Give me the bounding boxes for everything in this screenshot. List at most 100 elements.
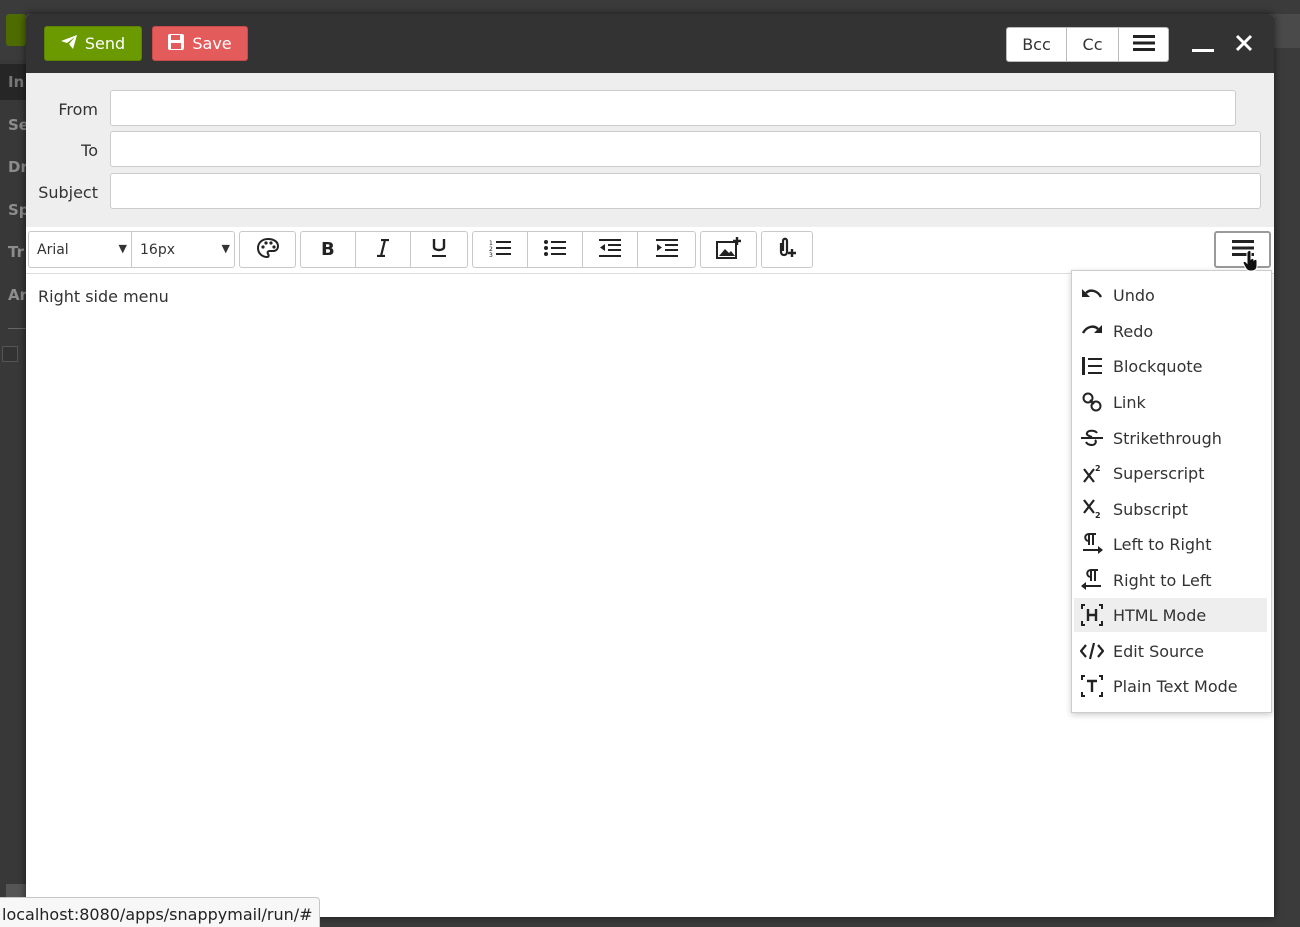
subscript-icon: 2	[1080, 497, 1104, 521]
subject-field[interactable]	[110, 173, 1261, 209]
background-sidebar-item: Dr	[8, 158, 28, 176]
indent-button[interactable]	[637, 231, 696, 268]
close-button[interactable]	[1231, 30, 1257, 60]
ordered-list-icon: 123	[489, 239, 511, 261]
bcc-button[interactable]: Bcc	[1006, 27, 1067, 62]
insert-image-button[interactable]	[700, 231, 757, 268]
background-button	[6, 14, 26, 46]
menu-item-label: Right to Left	[1113, 570, 1212, 590]
ordered-list-button[interactable]: 123	[472, 231, 528, 268]
close-icon	[1235, 34, 1253, 56]
menu-item-superscript[interactable]: 2 Superscript	[1074, 456, 1267, 490]
background-sidebar-item: In	[0, 64, 26, 100]
font-family-value: Arial	[37, 241, 69, 258]
font-family-select[interactable]: Arial ▼	[28, 231, 132, 268]
send-label: Send	[84, 34, 126, 53]
rtl-icon	[1080, 568, 1104, 592]
subject-label: Subject	[38, 183, 98, 202]
cc-button[interactable]: Cc	[1067, 27, 1119, 62]
background-checkbox	[2, 346, 18, 362]
blockquote-icon	[1080, 354, 1104, 378]
save-label: Save	[192, 34, 232, 53]
menu-item-label: Subscript	[1113, 499, 1189, 519]
from-label: From	[58, 100, 98, 119]
menu-item-label: Link	[1113, 392, 1146, 412]
hand-cursor-icon	[1242, 249, 1259, 276]
menu-item-html-mode[interactable]: HTML Mode	[1074, 598, 1267, 632]
paper-plane-icon	[60, 34, 77, 53]
svg-text:3: 3	[489, 252, 493, 257]
more-options-menu: Undo Redo Blockquote Link Strikethrough	[1071, 270, 1272, 713]
send-button[interactable]: Send	[44, 26, 142, 61]
unordered-list-button[interactable]	[527, 231, 583, 268]
link-icon	[1080, 390, 1104, 414]
superscript-icon: 2	[1080, 461, 1104, 485]
strikethrough-icon	[1080, 426, 1104, 450]
redo-icon	[1080, 319, 1104, 343]
menu-item-label: Edit Source	[1113, 641, 1205, 661]
image-add-icon	[715, 236, 742, 263]
palette-icon	[256, 237, 280, 263]
unordered-list-icon	[544, 239, 566, 261]
menu-item-undo[interactable]: Undo	[1074, 278, 1267, 312]
background-divider	[8, 328, 26, 329]
bold-icon: B	[320, 239, 336, 261]
hamburger-icon	[1132, 34, 1155, 55]
to-field[interactable]	[110, 131, 1261, 167]
outdent-button[interactable]	[582, 231, 638, 268]
menu-item-left-to-right[interactable]: Left to Right	[1074, 527, 1267, 561]
editor-toolbar: Arial ▼ 16px ▼ B 1 2 3	[26, 227, 1274, 274]
background-sidebar-item: Tr	[8, 243, 24, 261]
background-sidebar-item: Ar	[8, 286, 28, 304]
font-size-value: 16px	[140, 241, 175, 258]
editor-content: Right side menu	[38, 287, 169, 306]
menu-item-link[interactable]: Link	[1074, 385, 1267, 419]
menu-item-label: Plain Text Mode	[1113, 676, 1238, 696]
menu-item-plain-text-mode[interactable]: Plain Text Mode	[1074, 669, 1267, 703]
svg-text:2: 2	[1095, 511, 1101, 519]
compose-window: Send Save Bcc Cc From To Subject Arial ▼…	[26, 14, 1274, 917]
background-sidebar: In Se Dr Sp Tr Ar	[0, 60, 30, 920]
menu-item-label: HTML Mode	[1113, 605, 1207, 625]
svg-text:2: 2	[1095, 464, 1101, 473]
undo-icon	[1080, 283, 1104, 307]
from-field[interactable]	[110, 90, 1236, 126]
menu-item-edit-source[interactable]: Edit Source	[1074, 634, 1267, 668]
code-icon	[1080, 639, 1104, 663]
font-size-select[interactable]: 16px ▼	[131, 231, 235, 268]
plain-text-icon	[1080, 674, 1104, 698]
chevron-down-icon: ▼	[221, 242, 230, 255]
to-label: To	[81, 141, 98, 160]
chevron-down-icon: ▼	[118, 242, 127, 255]
menu-item-label: Redo	[1113, 321, 1154, 341]
paperclip-icon	[777, 237, 797, 263]
minimize-icon	[1192, 31, 1214, 59]
header-menu-button[interactable]	[1119, 27, 1169, 62]
outdent-icon	[599, 238, 621, 261]
menu-item-label: Left to Right	[1113, 534, 1212, 554]
svg-text:B: B	[321, 239, 335, 257]
background-dropdown	[1274, 14, 1300, 48]
attach-file-button[interactable]	[761, 231, 813, 268]
indent-icon	[655, 238, 678, 261]
save-button[interactable]: Save	[152, 26, 248, 61]
text-color-button[interactable]	[239, 231, 296, 268]
bold-button[interactable]: B	[300, 231, 356, 268]
underline-button[interactable]	[410, 231, 468, 268]
italic-icon	[375, 238, 391, 261]
menu-item-redo[interactable]: Redo	[1074, 314, 1267, 348]
menu-item-subscript[interactable]: 2 Subscript	[1074, 492, 1267, 526]
status-bar-url: localhost:8080/apps/snappymail/run/#	[0, 897, 320, 927]
menu-item-right-to-left[interactable]: Right to Left	[1074, 563, 1267, 597]
menu-item-label: Superscript	[1113, 463, 1205, 483]
floppy-disk-icon	[168, 33, 185, 54]
menu-item-label: Strikethrough	[1113, 428, 1222, 448]
menu-item-strikethrough[interactable]: Strikethrough	[1074, 421, 1267, 455]
menu-item-blockquote[interactable]: Blockquote	[1074, 349, 1267, 383]
compose-header: Send Save Bcc Cc	[26, 14, 1274, 73]
italic-button[interactable]	[355, 231, 411, 268]
ltr-icon	[1080, 532, 1104, 556]
address-fields: From To Subject	[26, 73, 1274, 227]
minimize-button[interactable]	[1190, 30, 1216, 60]
html-mode-icon	[1080, 603, 1104, 627]
